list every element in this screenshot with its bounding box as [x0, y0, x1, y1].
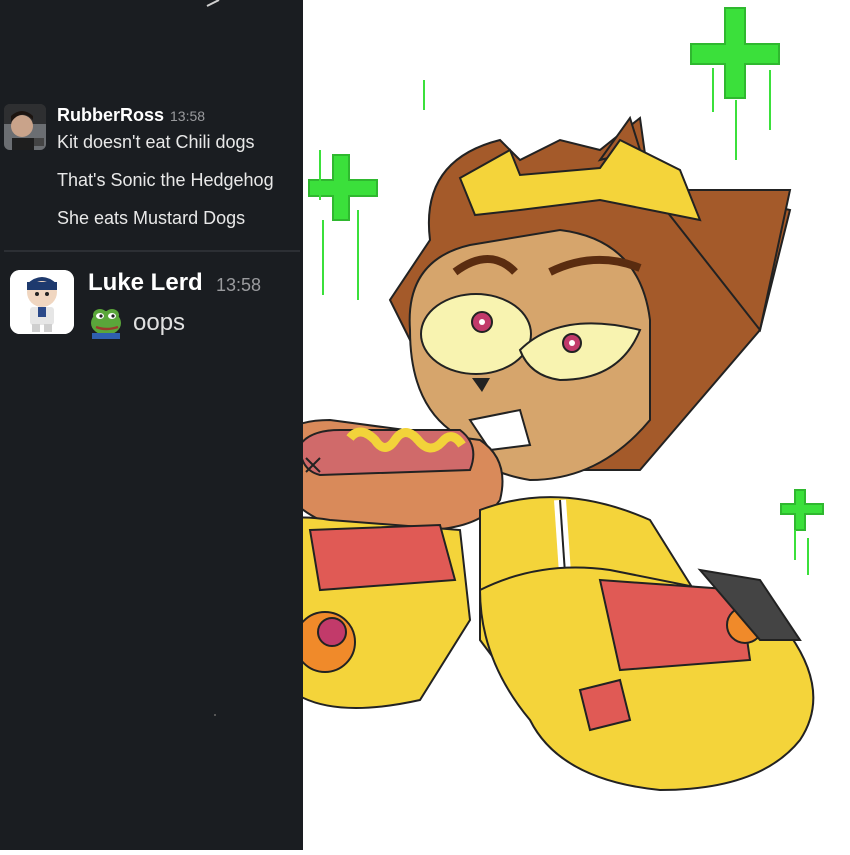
message-timestamp: 13:58	[170, 108, 206, 124]
message-text: oops	[133, 309, 186, 336]
scroll-artifact-icon	[206, 0, 220, 7]
message-author[interactable]: RubberRoss	[57, 105, 164, 126]
message-text: That's Sonic the Hedgehog	[57, 170, 274, 190]
left-gauntlet	[248, 516, 472, 709]
chat-panel: RubberRoss 13:58 Kit doesn't eat Chili d…	[0, 0, 303, 850]
message-text: Kit doesn't eat Chili dogs	[57, 132, 255, 152]
message-author[interactable]: Luke Lerd	[88, 269, 203, 297]
pepe-frog-icon	[88, 303, 126, 339]
message-group-luke-lerd: Luke Lerd 13:58 oops	[0, 265, 303, 345]
kit-character-artwork	[248, 7, 824, 792]
message-divider	[4, 250, 300, 252]
eye-left	[420, 293, 532, 375]
message-group-rubberross: RubberRoss 13:58 Kit doesn't eat Chili d…	[0, 100, 303, 240]
message-text: She eats Mustard Dogs	[57, 208, 246, 228]
speck-icon	[214, 714, 216, 716]
message-timestamp: 13:58	[216, 275, 262, 295]
user-avatar[interactable]	[4, 104, 46, 150]
user-avatar[interactable]	[10, 270, 74, 334]
artwork-panel	[248, 0, 850, 850]
